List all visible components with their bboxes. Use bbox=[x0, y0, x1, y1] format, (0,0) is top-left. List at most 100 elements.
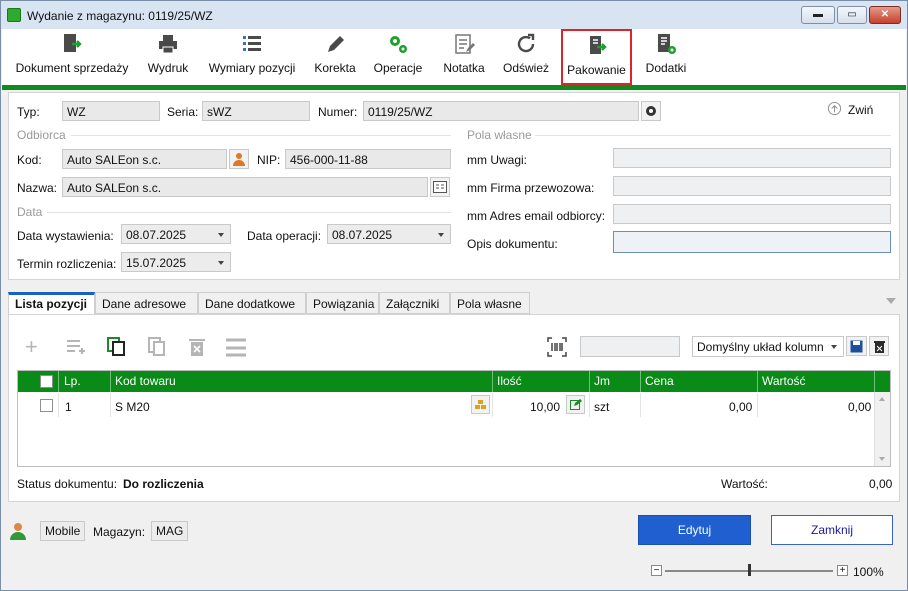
column-separator bbox=[110, 371, 111, 392]
scroll-down-icon[interactable] bbox=[879, 457, 885, 461]
kod-label: Kod: bbox=[17, 153, 42, 167]
cell-separator bbox=[110, 393, 111, 417]
cell-separator bbox=[757, 393, 758, 417]
edit-icon bbox=[569, 399, 582, 410]
add-list-icon[interactable] bbox=[66, 338, 86, 356]
cell-lp: 1 bbox=[65, 400, 72, 414]
vertical-scrollbar[interactable] bbox=[874, 392, 890, 466]
tabs-overflow-icon[interactable] bbox=[886, 298, 896, 304]
data-wystawienia-dropdown[interactable]: 08.07.2025 bbox=[121, 224, 231, 244]
column-separator bbox=[589, 371, 590, 392]
printer-icon bbox=[159, 35, 177, 54]
refresh-icon bbox=[517, 33, 535, 53]
collapse-up-icon[interactable] bbox=[827, 101, 842, 116]
edit-quantity-button[interactable] bbox=[566, 395, 585, 414]
contact-card-button[interactable] bbox=[430, 177, 450, 197]
firma-field[interactable] bbox=[613, 176, 891, 196]
zoom-out-button[interactable]: − bbox=[651, 565, 662, 576]
zoom-in-button[interactable]: + bbox=[837, 565, 848, 576]
minimize-button[interactable]: ▬ bbox=[801, 6, 835, 24]
toolbar-wydruk[interactable]: Wydruk bbox=[140, 29, 196, 83]
user-icon bbox=[10, 523, 26, 540]
contractor-picker-button[interactable] bbox=[229, 149, 249, 169]
magazyn-label: Magazyn: bbox=[93, 525, 146, 539]
trash-icon bbox=[873, 341, 885, 353]
tab-zalaczniki[interactable]: Załączniki bbox=[379, 292, 450, 314]
barcode-scanner-icon[interactable] bbox=[547, 337, 567, 357]
paste-icon[interactable] bbox=[147, 337, 167, 357]
document-arrow-icon bbox=[64, 34, 82, 52]
copy-icon[interactable] bbox=[107, 337, 127, 357]
note-icon bbox=[455, 34, 475, 54]
uwagi-field[interactable] bbox=[613, 148, 891, 168]
delete-layout-button[interactable] bbox=[869, 336, 889, 356]
numer-settings-button[interactable] bbox=[641, 101, 661, 121]
column-header-cena[interactable]: Cena bbox=[645, 374, 674, 388]
column-header-kod[interactable]: Kod towaru bbox=[115, 374, 176, 388]
numer-label: Numer: bbox=[318, 105, 358, 119]
typ-field[interactable]: WZ bbox=[62, 101, 160, 121]
close-button[interactable]: Zamknij bbox=[771, 515, 893, 545]
zoom-slider-thumb[interactable] bbox=[748, 564, 751, 576]
data-operacji-dropdown[interactable]: 08.07.2025 bbox=[327, 224, 451, 244]
toolbar-label: Dokument sprzedaży bbox=[15, 61, 129, 75]
close-window-button[interactable]: ✕ bbox=[869, 6, 901, 24]
column-header-lp[interactable]: Lp. bbox=[64, 374, 81, 388]
data-wystawienia-label: Data wystawienia: bbox=[17, 229, 114, 243]
column-header-jm[interactable]: Jm bbox=[594, 374, 610, 388]
stock-icon bbox=[475, 400, 486, 409]
status-label: Status dokumentu: bbox=[17, 477, 118, 491]
data-operacji-label: Data operacji: bbox=[247, 229, 322, 243]
termin-dropdown[interactable]: 15.07.2025 bbox=[121, 252, 231, 272]
window-title: Wydanie z magazynu: 0119/25/WZ bbox=[27, 9, 213, 23]
kod-field[interactable]: Auto SALEon s.c. bbox=[62, 149, 227, 169]
edit-button[interactable]: Edytuj bbox=[638, 515, 751, 545]
barcode-search-input[interactable] bbox=[580, 336, 680, 357]
tab-powiazania[interactable]: Powiązania bbox=[306, 292, 379, 314]
toolbar-dokument-sprzedazy[interactable]: Dokument sprzedaży bbox=[10, 29, 134, 83]
toolbar-label: Dodatki bbox=[645, 61, 687, 75]
footer: Mobile Magazyn: MAG Edytuj Zamknij − + 1… bbox=[1, 509, 907, 589]
scroll-up-icon[interactable] bbox=[879, 397, 885, 401]
toolbar-operacje[interactable]: Operacje bbox=[368, 29, 428, 83]
grid-header: Lp. Kod towaru Ilość Jm Cena Wartość bbox=[18, 371, 890, 392]
app-icon bbox=[7, 8, 21, 22]
maximize-button[interactable]: ▭ bbox=[837, 6, 867, 24]
document-header-form: Typ: WZ Seria: sWZ Numer: 0119/25/WZ Zwi… bbox=[8, 92, 900, 280]
toolbar-odswiez[interactable]: Odśwież bbox=[498, 29, 554, 83]
email-field[interactable] bbox=[613, 204, 891, 224]
toolbar-label: Notatka bbox=[443, 61, 485, 75]
tab-lista-pozycji[interactable]: Lista pozycji bbox=[8, 292, 95, 314]
nazwa-field[interactable]: Auto SALEon s.c. bbox=[62, 177, 428, 197]
cell-separator bbox=[589, 393, 590, 417]
tab-dane-dodatkowe[interactable]: Dane dodatkowe bbox=[198, 292, 306, 314]
collapse-link[interactable]: Zwiń bbox=[848, 103, 873, 117]
toolbar-notatka[interactable]: Notatka bbox=[434, 29, 494, 83]
mobile-badge: Mobile bbox=[40, 521, 86, 541]
cell-jm: szt bbox=[594, 400, 610, 414]
tab-dane-adresowe[interactable]: Dane adresowe bbox=[95, 292, 198, 314]
add-item-icon[interactable]: + bbox=[25, 336, 38, 358]
accent-bar bbox=[2, 85, 906, 90]
toolbar-dodatki[interactable]: Dodatki bbox=[640, 29, 692, 83]
column-layout-dropdown[interactable]: Domyślny układ kolumn bbox=[692, 336, 844, 357]
tab-pola-wlasne[interactable]: Pola własne bbox=[450, 292, 530, 314]
row-checkbox[interactable] bbox=[40, 399, 53, 412]
opis-field[interactable] bbox=[613, 231, 891, 253]
seria-field[interactable]: sWZ bbox=[202, 101, 310, 121]
group-rows-icon[interactable] bbox=[225, 337, 247, 357]
toolbar-pakowanie[interactable]: Pakowanie bbox=[561, 29, 632, 85]
termin-label: Termin rozliczenia: bbox=[17, 257, 117, 271]
cell-kod: S M20 bbox=[115, 400, 150, 414]
column-header-ilosc[interactable]: Ilość bbox=[497, 374, 522, 388]
select-all-checkbox[interactable] bbox=[40, 375, 53, 388]
title-bar: Wydanie z magazynu: 0119/25/WZ ▬ ▭ ✕ bbox=[1, 1, 907, 29]
column-header-wartosc[interactable]: Wartość bbox=[762, 374, 806, 388]
toolbar-wymiary-pozycji[interactable]: Wymiary pozycji bbox=[202, 29, 302, 83]
nip-field[interactable]: 456-000-11-88 bbox=[285, 149, 451, 169]
numer-field[interactable]: 0119/25/WZ bbox=[363, 101, 639, 121]
product-stock-button[interactable] bbox=[471, 395, 490, 414]
delete-icon[interactable] bbox=[188, 337, 206, 357]
save-layout-button[interactable] bbox=[846, 336, 867, 356]
toolbar-korekta[interactable]: Korekta bbox=[308, 29, 362, 83]
